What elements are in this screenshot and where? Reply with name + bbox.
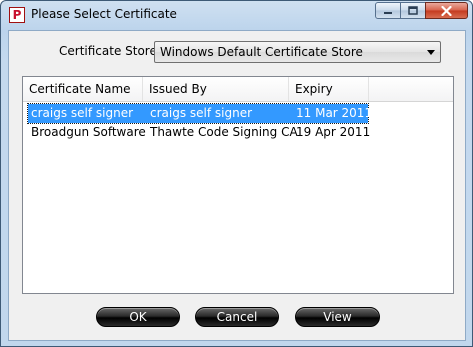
cell-certificate-name: craigs self signer <box>31 106 134 120</box>
close-icon <box>441 5 452 16</box>
cancel-button[interactable]: Cancel <box>195 307 279 327</box>
column-header-issued-by[interactable]: Issued By <box>143 77 289 101</box>
cell-issued-by: Thawte Code Signing CA <box>150 125 298 139</box>
dropdown-arrow-icon <box>427 50 435 55</box>
close-button[interactable] <box>425 2 468 19</box>
certificate-store-value: Windows Default Certificate Store <box>160 45 363 59</box>
certificate-store-label: Certificate Store : <box>59 44 165 58</box>
window-title: Please Select Certificate <box>31 7 177 21</box>
list-header: Certificate Name Issued By Expiry <box>23 77 453 102</box>
dialog-content: Certificate Store : Windows Default Cert… <box>8 30 466 341</box>
cell-certificate-name: Broadgun Software <box>31 125 146 139</box>
table-row[interactable]: Broadgun Software Thawte Code Signing CA… <box>28 123 371 142</box>
title-bar[interactable]: P Please Select Certificate <box>1 1 472 27</box>
certificate-list[interactable]: Certificate Name Issued By Expiry craigs… <box>22 76 454 294</box>
certificate-dialog: P Please Select Certificate Certificate … <box>0 0 473 347</box>
cell-expiry: 19 Apr 2011 <box>296 125 371 139</box>
cell-expiry: 11 Mar 2011 <box>296 106 373 120</box>
maximize-button[interactable] <box>400 2 426 19</box>
app-logo-letter: P <box>12 8 22 22</box>
view-button[interactable]: View <box>295 307 380 327</box>
table-row[interactable]: craigs self signer craigs self signer 11… <box>27 103 372 124</box>
column-header-certificate-name[interactable]: Certificate Name <box>23 77 143 101</box>
column-header-expiry[interactable]: Expiry <box>289 77 369 101</box>
ok-button[interactable]: OK <box>96 307 180 327</box>
app-logo-icon[interactable]: P <box>9 7 25 23</box>
maximize-icon <box>408 6 418 15</box>
certificate-store-dropdown[interactable]: Windows Default Certificate Store <box>154 41 441 63</box>
minimize-button[interactable] <box>375 2 401 19</box>
minimize-icon <box>384 11 392 14</box>
cell-issued-by: craigs self signer <box>150 106 253 120</box>
